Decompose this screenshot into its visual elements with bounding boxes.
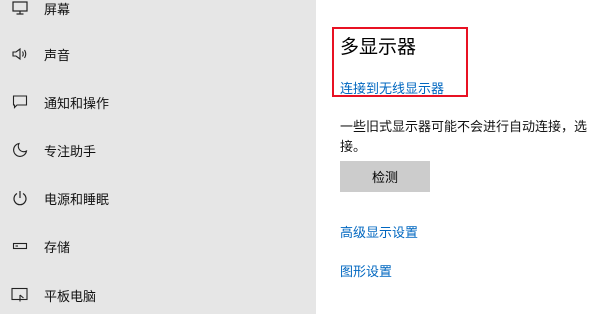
sidebar-item-label: 通知和操作 (44, 96, 110, 112)
sidebar-item-storage[interactable]: 存储 (0, 226, 316, 266)
description-line: 一些旧式显示器可能不会进行自动连接，选 (340, 120, 588, 135)
main-content: 多显示器 连接到无线显示器 一些旧式显示器可能不会进行自动连接，选 接。 检测 … (316, 0, 600, 314)
connect-wireless-display-link[interactable]: 连接到无线显示器 (340, 78, 444, 97)
description-line: 接。 (340, 140, 367, 155)
sidebar-item-power[interactable]: 电源和睡眠 (0, 178, 316, 218)
advanced-display-settings-link[interactable]: 高级显示设置 (340, 222, 418, 241)
graphics-settings-link[interactable]: 图形设置 (340, 261, 392, 280)
sidebar-item-display[interactable]: 屏幕 (0, 0, 316, 28)
sidebar-item-focus-assist[interactable]: 专注助手 (0, 130, 316, 170)
sidebar-item-tablet[interactable]: 平板电脑 (0, 275, 316, 315)
detect-button[interactable]: 检测 (340, 161, 430, 192)
sidebar-item-notifications[interactable]: 通知和操作 (0, 82, 316, 122)
sidebar-item-label: 电源和睡眠 (44, 192, 110, 208)
section-heading: 多显示器 (340, 36, 417, 58)
sidebar-item-label: 平板电脑 (44, 289, 97, 305)
sidebar-item-sound[interactable]: 声音 (0, 34, 316, 74)
description-text: 一些旧式显示器可能不会进行自动连接，选 接。 (340, 118, 600, 158)
power-icon (11, 189, 29, 207)
sidebar-item-label: 存储 (44, 240, 71, 256)
speaker-icon (11, 45, 29, 63)
message-icon (11, 93, 29, 111)
moon-icon (11, 141, 29, 159)
sidebar-item-label: 声音 (44, 48, 71, 64)
sidebar-item-label: 屏幕 (44, 2, 71, 18)
sidebar-item-label: 专注助手 (44, 144, 97, 160)
tablet-icon (11, 286, 29, 304)
monitor-icon (11, 0, 29, 17)
storage-icon (11, 237, 29, 255)
settings-sidebar: 屏幕 声音 通知和操作 专注助手 电源和睡眠 存储 平板电脑 (0, 0, 316, 314)
